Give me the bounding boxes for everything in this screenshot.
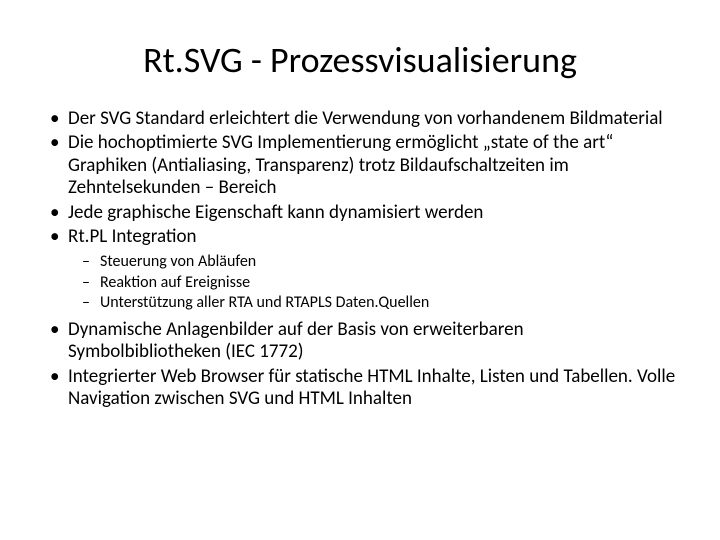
list-item: Der SVG Standard erleichtert die Verwend… bbox=[68, 108, 680, 130]
list-item: Die hochoptimierte SVG Implementierung e… bbox=[68, 132, 680, 199]
list-item: Integrierter Web Browser für statische H… bbox=[68, 366, 680, 411]
sub-list-item: Unterstützung aller RTA und RTAPLS Daten… bbox=[100, 293, 680, 313]
sub-list-item-text: Steuerung von Abläufen bbox=[100, 252, 256, 271]
sub-list-item-text: Reaktion auf Ereignisse bbox=[100, 273, 250, 292]
sub-list-item: Steuerung von Abläufen bbox=[100, 252, 680, 272]
list-item-text: Dynamische Anlagenbilder auf der Basis v… bbox=[68, 318, 524, 363]
slide: Rt.SVG - Prozessvisualisierung Der SVG S… bbox=[0, 0, 720, 540]
sub-list-item: Reaktion auf Ereignisse bbox=[100, 273, 680, 293]
list-item-text: Jede graphische Eigenschaft kann dynamis… bbox=[68, 201, 483, 224]
list-item: Jede graphische Eigenschaft kann dynamis… bbox=[68, 202, 680, 224]
list-item-text: Integrierter Web Browser für statische H… bbox=[68, 365, 675, 410]
list-item: Rt.PL Integration Steuerung von Abläufen… bbox=[68, 226, 680, 313]
list-item-text: Der SVG Standard erleichtert die Verwend… bbox=[68, 107, 663, 130]
sub-list: Steuerung von Abläufen Reaktion auf Erei… bbox=[68, 252, 680, 313]
list-item-text: Die hochoptimierte SVG Implementierung e… bbox=[68, 131, 613, 199]
slide-title: Rt.SVG - Prozessvisualisierung bbox=[40, 38, 680, 82]
sub-list-item-text: Unterstützung aller RTA und RTAPLS Daten… bbox=[100, 293, 429, 312]
list-item: Dynamische Anlagenbilder auf der Basis v… bbox=[68, 319, 680, 364]
list-item-text: Rt.PL Integration bbox=[68, 225, 196, 248]
bullet-list: Der SVG Standard erleichtert die Verwend… bbox=[40, 108, 680, 411]
